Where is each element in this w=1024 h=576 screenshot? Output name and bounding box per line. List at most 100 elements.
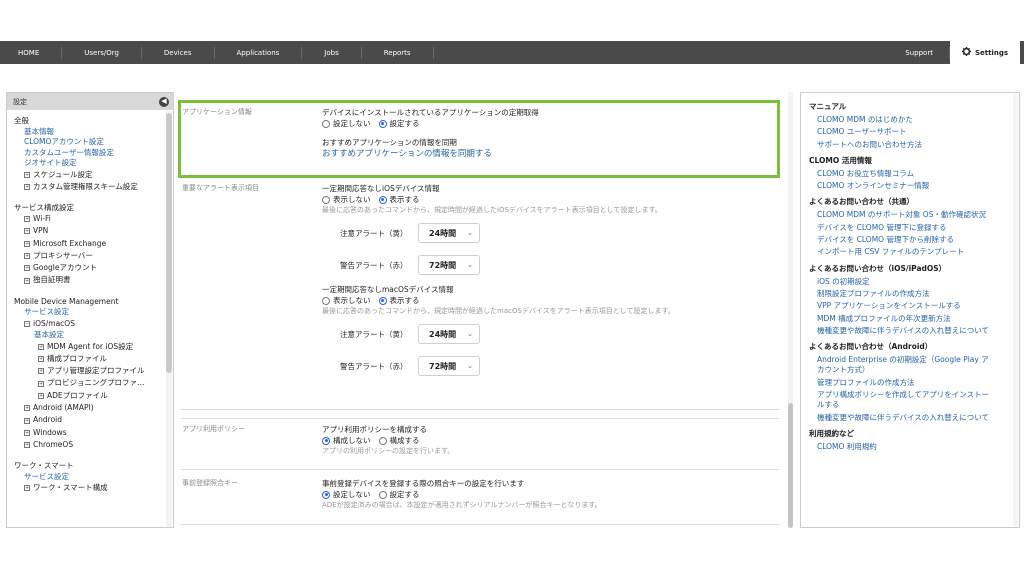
ios-caution-label: 注意アラート（黄） <box>340 228 408 238</box>
expand-icon: + <box>38 368 44 375</box>
nav-devices[interactable]: Devices <box>142 46 215 59</box>
sidebar-tree-android[interactable]: + Android <box>14 414 167 426</box>
sidebar-tree-work-config[interactable]: + ワーク・スマート構成 <box>14 482 167 494</box>
help-link[interactable]: CLOMO オンラインセミナー情報 <box>809 181 995 191</box>
help-link[interactable]: デバイスを CLOMO 管理下に登録する <box>809 223 995 233</box>
sidebar-tree-ade-profile[interactable]: + ADEプロファイル <box>14 390 167 402</box>
sidebar-tree-provisioning[interactable]: + プロビジョニングプロファ… <box>14 377 167 389</box>
nav-jobs[interactable]: Jobs <box>302 46 362 59</box>
radio-prereg-on[interactable]: 設定する <box>378 489 420 500</box>
sidebar-tree-wifi[interactable]: + Wi-Fi <box>14 213 167 225</box>
radio-ios-hide[interactable]: 表示しない <box>322 194 371 205</box>
radio-group-prereg: 設定しない 設定する <box>322 489 602 500</box>
help-heading: よくあるお問い合わせ（共通） <box>809 197 914 207</box>
help-link[interactable]: MDM 構成プロファイルの年次更新方法 <box>809 314 995 324</box>
sidebar-tree-google-account[interactable]: + Googleアカウント <box>14 262 167 274</box>
help-link[interactable]: VPP アプリケーションをインストールする <box>809 301 995 311</box>
help-panel-body: マニュアル CLOMO MDM のはじめかた CLOMO ユーザーサポート サポートへ… <box>801 93 1005 452</box>
help-link[interactable]: iOS の初期設定 <box>809 277 995 287</box>
sidebar-tree-mdm-agent[interactable]: + MDM Agent for iOS設定 <box>14 341 167 353</box>
help-link[interactable]: 管理プロファイルの作成方法 <box>809 378 995 388</box>
sidebar-tree-config-profile[interactable]: + 構成プロファイル <box>14 353 167 365</box>
help-link[interactable]: 制限設定プロファイルの作成方法 <box>809 289 995 299</box>
section-prereg-key: 事前登録照合キー 事前登録デバイスを登録する際の照合キーの設定を行います 設定し… <box>180 473 780 525</box>
sidebar-tree-chromeos[interactable]: + ChromeOS <box>14 439 167 451</box>
mac-caution-select[interactable]: 24時間 ⌄ <box>418 324 480 344</box>
radio-prereg-off[interactable]: 設定しない <box>322 489 371 500</box>
sidebar-tree-android-amapi[interactable]: + Android (AMAPI) <box>14 402 167 414</box>
radio-mac-hide[interactable]: 表示しない <box>322 295 371 306</box>
section-label: 重要なアラート表示項目 <box>182 184 259 192</box>
sidebar-link-ios-basic[interactable]: 基本設定 <box>14 330 167 341</box>
section-label: アプリ利用ポリシー <box>182 425 245 433</box>
top-nav: HOME Users/Org Devices Applications Jobs… <box>0 41 1024 64</box>
expand-icon: + <box>24 417 30 424</box>
mac-warning-row: 警告アラート（赤） 72時間 ⌄ <box>322 355 675 377</box>
hint-app-policy: アプリの利用ポリシーの設定を行います。 <box>322 447 455 455</box>
sidebar-link-mdm-service[interactable]: サービス設定 <box>14 307 167 318</box>
radio-mac-show[interactable]: 表示する <box>378 295 420 306</box>
radio-app-fetch-off[interactable]: 設定しない <box>322 118 371 129</box>
sync-recommended-apps-link[interactable]: おすすめアプリケーションの情報を同期する <box>322 148 539 160</box>
nav-home[interactable]: HOME <box>0 46 63 59</box>
sidebar-title: 設定 <box>13 97 27 106</box>
ios-caution-select[interactable]: 24時間 ⌄ <box>418 223 480 243</box>
sidebar-tree-app-management[interactable]: + アプリ管理設定プロファイル <box>14 365 167 377</box>
sidebar-tree-certificate[interactable]: + 独自証明書 <box>14 274 167 286</box>
radio-on-icon <box>378 195 387 204</box>
expand-icon: + <box>24 442 30 449</box>
sidebar-link-custom-user-info[interactable]: カスタムユーザー情報設定 <box>14 148 167 159</box>
help-link[interactable]: CLOMO お役立ち情報コラム <box>809 169 995 179</box>
sidebar-tree-exchange[interactable]: + Microsoft Exchange <box>14 238 167 250</box>
help-link[interactable]: Android Enterprise の初期設定（Google Play アカウ… <box>809 355 995 376</box>
help-link[interactable]: CLOMO MDM のはじめかた <box>809 115 995 125</box>
radio-ios-show[interactable]: 表示する <box>378 194 420 205</box>
expand-icon: + <box>24 183 30 190</box>
help-link[interactable]: 機種変更や故障に伴うデバイスの入れ替えについて <box>809 326 995 336</box>
radio-off-icon <box>322 119 330 128</box>
ios-warning-select[interactable]: 72時間 ⌄ <box>418 255 480 275</box>
nav-users-org[interactable]: Users/Org <box>62 46 142 59</box>
expand-icon: + <box>24 171 30 178</box>
main-content: アプリケーション情報 デバイスにインストールされているアプリケーションの定期取得… <box>176 92 790 528</box>
sidebar-scroll-thumb[interactable] <box>166 113 172 373</box>
radio-app-fetch-on[interactable]: 設定する <box>378 118 420 129</box>
field-title: デバイスにインストールされているアプリケーションの定期取得 <box>322 108 539 117</box>
mac-warning-select[interactable]: 72時間 ⌄ <box>418 356 480 376</box>
ios-caution-row: 注意アラート（黄） 24時間 ⌄ <box>322 222 675 244</box>
help-link[interactable]: サポートへのお問い合わせ方法 <box>809 140 995 150</box>
sidebar-link-geosite[interactable]: ジオサイト設定 <box>14 158 167 169</box>
main-scroll-thumb[interactable] <box>788 403 793 528</box>
sidebar-tree-custom-permission[interactable]: + カスタム管理権限スキーム設定 <box>14 181 167 193</box>
sidebar-link-clomo-account[interactable]: CLOMOアカウント設定 <box>14 137 167 148</box>
help-link[interactable]: インポート用 CSV ファイルのテンプレート <box>809 247 995 257</box>
sidebar-body: 全般 基本情報 CLOMOアカウント設定 カスタムユーザー情報設定 ジオサイト設… <box>7 110 173 494</box>
sidebar-tree-ios-macos[interactable]: − iOS/macOS <box>14 318 167 330</box>
help-link[interactable]: デバイスを CLOMO 管理下から削除する <box>809 235 995 245</box>
help-link[interactable]: CLOMO MDM のサポート対象 OS・動作確認状況 <box>809 210 995 220</box>
chevron-down-icon: ⌄ <box>467 261 473 269</box>
help-link[interactable]: CLOMO 利用規約 <box>809 442 995 452</box>
sidebar-tree-schedule[interactable]: + スケジュール設定 <box>14 169 167 181</box>
expand-icon: + <box>24 277 30 284</box>
sync-title: おすすめアプリケーションの情報を同期 <box>322 138 457 147</box>
help-link[interactable]: CLOMO ユーザーサポート <box>809 127 995 137</box>
nav-applications[interactable]: Applications <box>215 46 303 59</box>
nav-reports[interactable]: Reports <box>362 46 434 59</box>
chevron-left-icon[interactable]: ◀ <box>159 96 169 107</box>
radio-on-icon <box>378 296 387 305</box>
sidebar-link-work-service[interactable]: サービス設定 <box>14 472 167 483</box>
sidebar-tree-proxy[interactable]: + プロキシサーバー <box>14 250 167 262</box>
help-heading: よくあるお問い合わせ（iOS/iPadOS） <box>809 263 947 273</box>
radio-policy-on[interactable]: 構成する <box>378 435 420 446</box>
help-link[interactable]: アプリ構成ポリシーを作成してアプリをインストールする <box>809 390 995 411</box>
nav-settings[interactable]: Settings <box>949 41 1020 64</box>
sidebar-link-basic-info[interactable]: 基本情報 <box>14 127 167 138</box>
nav-support[interactable]: Support <box>889 46 950 59</box>
hint-prereg: ADEが設定済みの場合は、本設定が適用されずシリアルナンバーが照合キーとなります… <box>322 501 602 509</box>
help-panel-scrollbar[interactable] <box>1013 94 1018 526</box>
sidebar-tree-windows[interactable]: + Windows <box>14 427 167 439</box>
radio-policy-off[interactable]: 構成しない <box>322 435 371 446</box>
sidebar-tree-vpn[interactable]: + VPN <box>14 225 167 237</box>
help-link[interactable]: 機種変更や故障に伴うデバイスの入れ替えについて <box>809 413 995 423</box>
